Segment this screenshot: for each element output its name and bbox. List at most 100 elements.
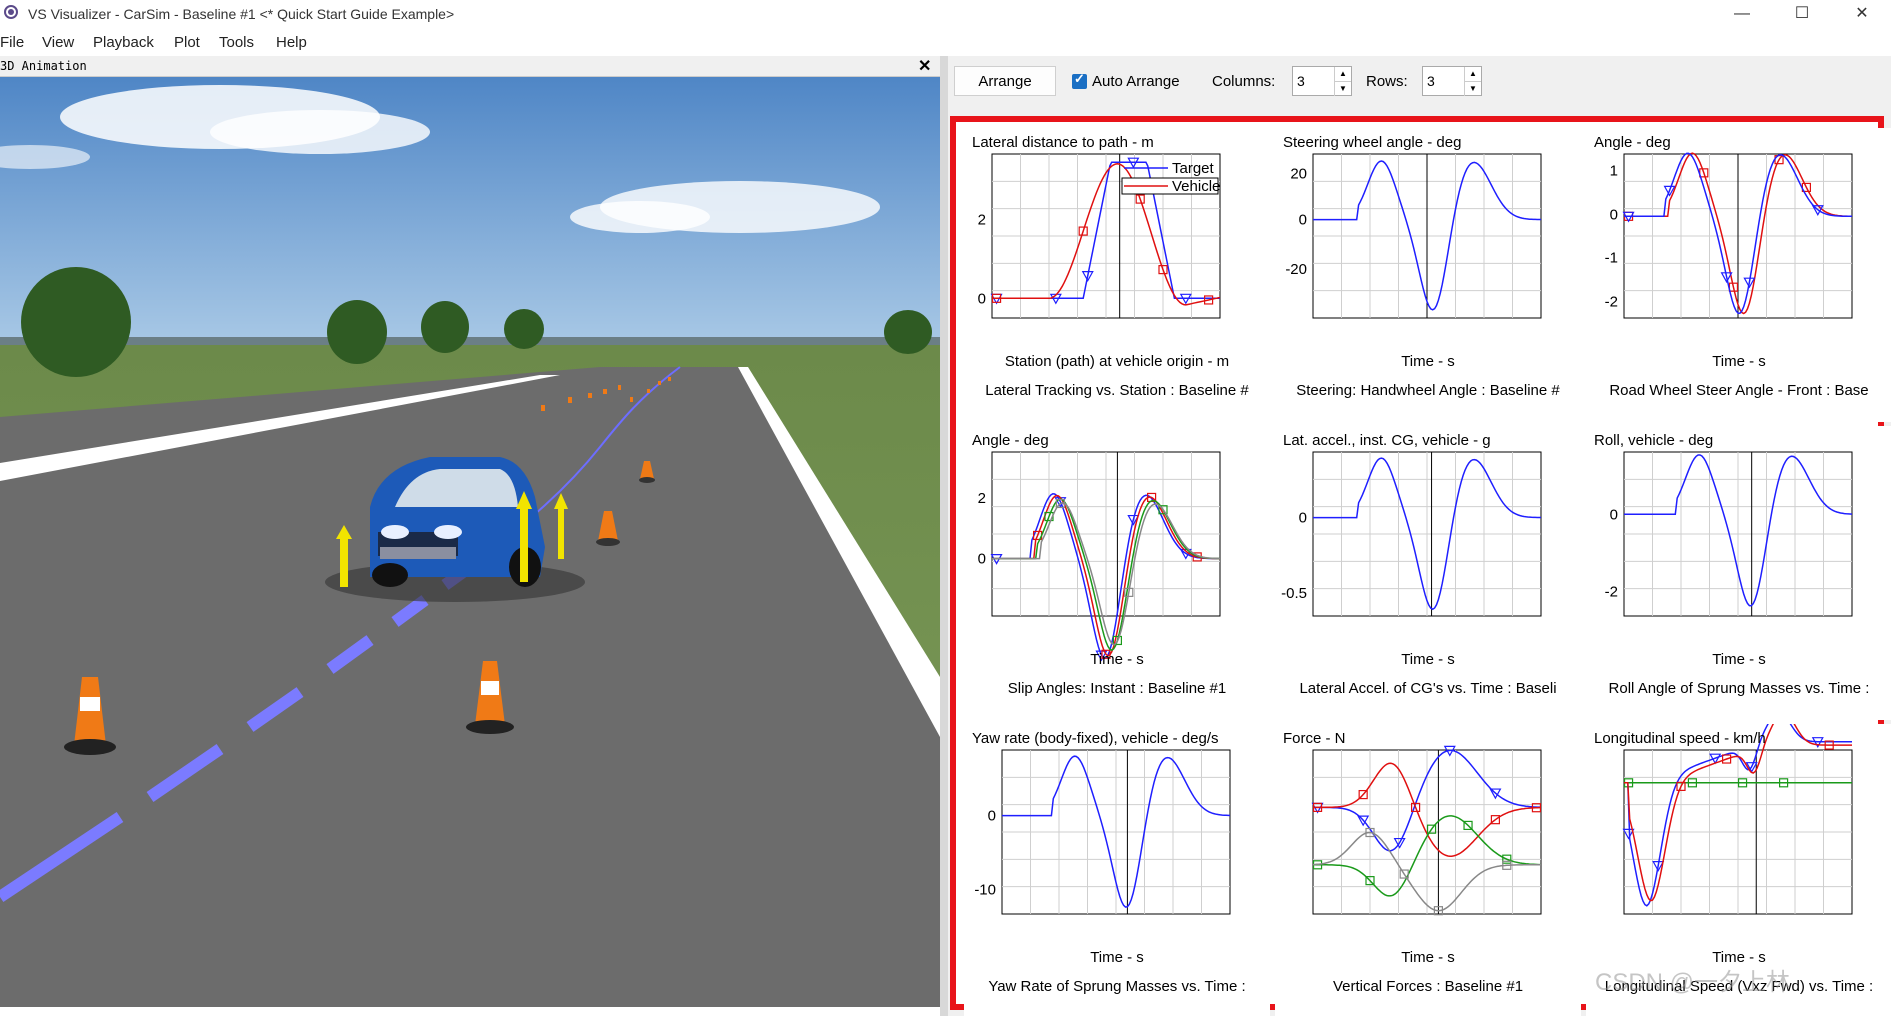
y-tick-label: -1: [1605, 249, 1618, 266]
y-tick-label: 20: [1290, 166, 1307, 183]
3d-animation-viewport[interactable]: [0, 77, 940, 1007]
plot-title: Roll Angle of Sprung Masses vs. Time :: [1608, 680, 1870, 697]
rows-label: Rows:: [1366, 73, 1408, 90]
auto-arrange-label: Auto Arrange: [1092, 73, 1180, 90]
plot-y-axis-label: Longitudinal speed - km/h: [1594, 730, 1766, 747]
plot-cell[interactable]: 0 -2 Roll, vehicle - deg Time - s Roll Angle…: [1586, 426, 1891, 720]
plot-cell[interactable]: 0 -10 Yaw rate (body-fixed), vehicle - deg…: [964, 724, 1270, 1018]
tree: [21, 267, 131, 377]
menu-tools[interactable]: Tools: [219, 34, 254, 51]
plot-y-axis-label: Force - N: [1283, 730, 1346, 747]
menu-view[interactable]: View: [42, 34, 74, 51]
y-tick-label: 0: [1610, 506, 1618, 523]
menu-playback[interactable]: Playback: [93, 34, 154, 51]
arrange-button[interactable]: Arrange: [954, 66, 1056, 96]
plot-title: Vertical Forces : Baseline #1: [1332, 978, 1524, 995]
plot-cell[interactable]: 1 0 -1 -2 Angle - deg Time - s Road Wheel Stee…: [1586, 128, 1891, 422]
y-tick-label: 1: [1610, 162, 1618, 179]
plot-canvas: 0 -2: [1605, 451, 1853, 617]
cloud: [570, 201, 710, 233]
plot-cell[interactable]: 20 0 -20 Steering wheel angle - deg Time - s…: [1275, 128, 1581, 422]
plot-x-axis-label: Station (path) at vehicle origin - m: [1004, 353, 1230, 370]
plot-title: Yaw Rate of Sprung Masses vs. Time :: [988, 978, 1246, 995]
y-tick-label: 0: [1610, 207, 1618, 224]
plot-canvas: 0 -0.5: [1281, 451, 1542, 617]
plot-y-axis-label: Steering wheel angle - deg: [1283, 134, 1462, 151]
tree: [327, 300, 387, 364]
legend-entry: Target: [1172, 160, 1215, 177]
plot-cell[interactable]: 0 -0.5 Lat. accel., inst. CG, vehicle - g T…: [1275, 426, 1581, 720]
close-window-button[interactable]: ✕: [1838, 0, 1886, 28]
auto-arrange-checkbox[interactable]: [1072, 71, 1087, 89]
plot-x-axis-label: Time - s: [1712, 353, 1766, 370]
y-tick-label: 0: [978, 290, 986, 307]
app-icon: [4, 5, 18, 19]
columns-value[interactable]: 3: [1297, 73, 1305, 89]
plot-canvas: 2 0 TargetVehicle: [978, 153, 1221, 319]
plot-title: Lateral Tracking vs. Station : Baseline …: [985, 382, 1249, 399]
plot-y-axis-label: Yaw rate (body-fixed), vehicle - deg/s: [972, 730, 1219, 747]
columns-up-icon[interactable]: ▲: [1334, 67, 1351, 81]
columns-label: Columns:: [1212, 73, 1276, 90]
rows-value[interactable]: 3: [1427, 73, 1435, 89]
tree: [504, 309, 544, 349]
plot-cell[interactable]: 2 0 Target Vehicle Lateral distance to path …: [964, 128, 1270, 422]
plot-x-axis-label: Time - s: [1090, 949, 1144, 966]
y-tick-label: 0: [988, 808, 996, 825]
plot-x-axis-label: Time - s: [1401, 651, 1455, 668]
maximize-button[interactable]: ☐: [1778, 0, 1826, 28]
y-tick-label: 0: [1299, 212, 1307, 229]
window-title: VS Visualizer - CarSim - Baseline #1 <* …: [28, 6, 455, 22]
menu-bar: File View Playback Plot Tools Help: [0, 30, 1891, 56]
plot-y-axis-label: Lateral distance to path - m: [972, 134, 1154, 151]
rows-up-icon[interactable]: ▲: [1464, 67, 1481, 81]
plots-grid: 2 0 Target Vehicle Lateral distance to path …: [950, 116, 1891, 1018]
plot-y-axis-label: Angle - deg: [972, 432, 1049, 449]
menu-file[interactable]: File: [0, 34, 24, 51]
plot-x-axis-label: Time - s: [1401, 949, 1455, 966]
scene-drawing: [0, 77, 940, 1007]
plot-cell[interactable]: 2 0 Angle - deg Time - s Slip Angles: Instan…: [964, 426, 1270, 720]
y-tick-label: -10: [974, 881, 996, 898]
animation-close-icon[interactable]: ✕: [918, 56, 931, 76]
y-tick-label: -0.5: [1281, 585, 1307, 602]
plot-y-axis-label: Angle - deg: [1594, 134, 1671, 151]
plot-title: Road Wheel Steer Angle - Front : Base: [1609, 382, 1869, 399]
plot-x-axis-label: Time - s: [1712, 651, 1766, 668]
plot-y-axis-label: Lat. accel., inst. CG, vehicle - g: [1283, 432, 1491, 449]
y-tick-label: 0: [1299, 510, 1307, 527]
plot-title: Slip Angles: Instant : Baseline #1: [1007, 680, 1227, 697]
plot-x-axis-label: Time - s: [1090, 651, 1144, 668]
menu-plot[interactable]: Plot: [174, 34, 200, 51]
plot-panel: Arrange Auto Arrange Columns: 3 ▲ ▼ Rows…: [948, 56, 1891, 1018]
plot-canvas: 1 0 -1 -2: [1605, 152, 1853, 319]
animation-panel-header: 3D Animation ✕: [0, 56, 940, 77]
plot-canvas: 20: [978, 451, 1221, 662]
tree: [421, 301, 469, 353]
tree: [884, 310, 932, 354]
y-tick-label: 2: [978, 490, 986, 507]
plot-title: Lateral Accel. of CG's vs. Time : Baseli: [1299, 680, 1557, 697]
y-tick-label: -2: [1605, 294, 1618, 311]
y-tick-label: -20: [1285, 261, 1307, 278]
plot-canvas: [1311, 745, 1542, 916]
y-tick-label: 2: [978, 212, 986, 229]
plot-cell[interactable]: Force - N Time - s Vertical Forces : Basel…: [1275, 724, 1581, 1018]
plot-canvas: 0 -10: [974, 749, 1231, 915]
columns-spinner[interactable]: 3 ▲ ▼: [1292, 66, 1352, 96]
animation-panel-title: 3D Animation: [0, 59, 87, 73]
y-tick-label: -2: [1605, 583, 1618, 600]
columns-down-icon[interactable]: ▼: [1334, 81, 1351, 96]
watermark: CSDN @一夕上林: [1595, 969, 1791, 996]
minimize-button[interactable]: —: [1718, 0, 1766, 28]
legend-entry: Vehicle: [1172, 178, 1220, 195]
rows-spinner[interactable]: 3 ▲ ▼: [1422, 66, 1482, 96]
rows-down-icon[interactable]: ▼: [1464, 81, 1481, 96]
title-bar: VS Visualizer - CarSim - Baseline #1 <* …: [0, 0, 1891, 30]
panel-splitter[interactable]: [940, 56, 948, 1016]
cloud: [210, 110, 430, 154]
menu-help[interactable]: Help: [276, 34, 307, 51]
plot-canvas: 20 0 -20: [1285, 153, 1542, 319]
y-tick-label: 0: [978, 551, 986, 568]
plot-x-axis-label: Time - s: [1401, 353, 1455, 370]
